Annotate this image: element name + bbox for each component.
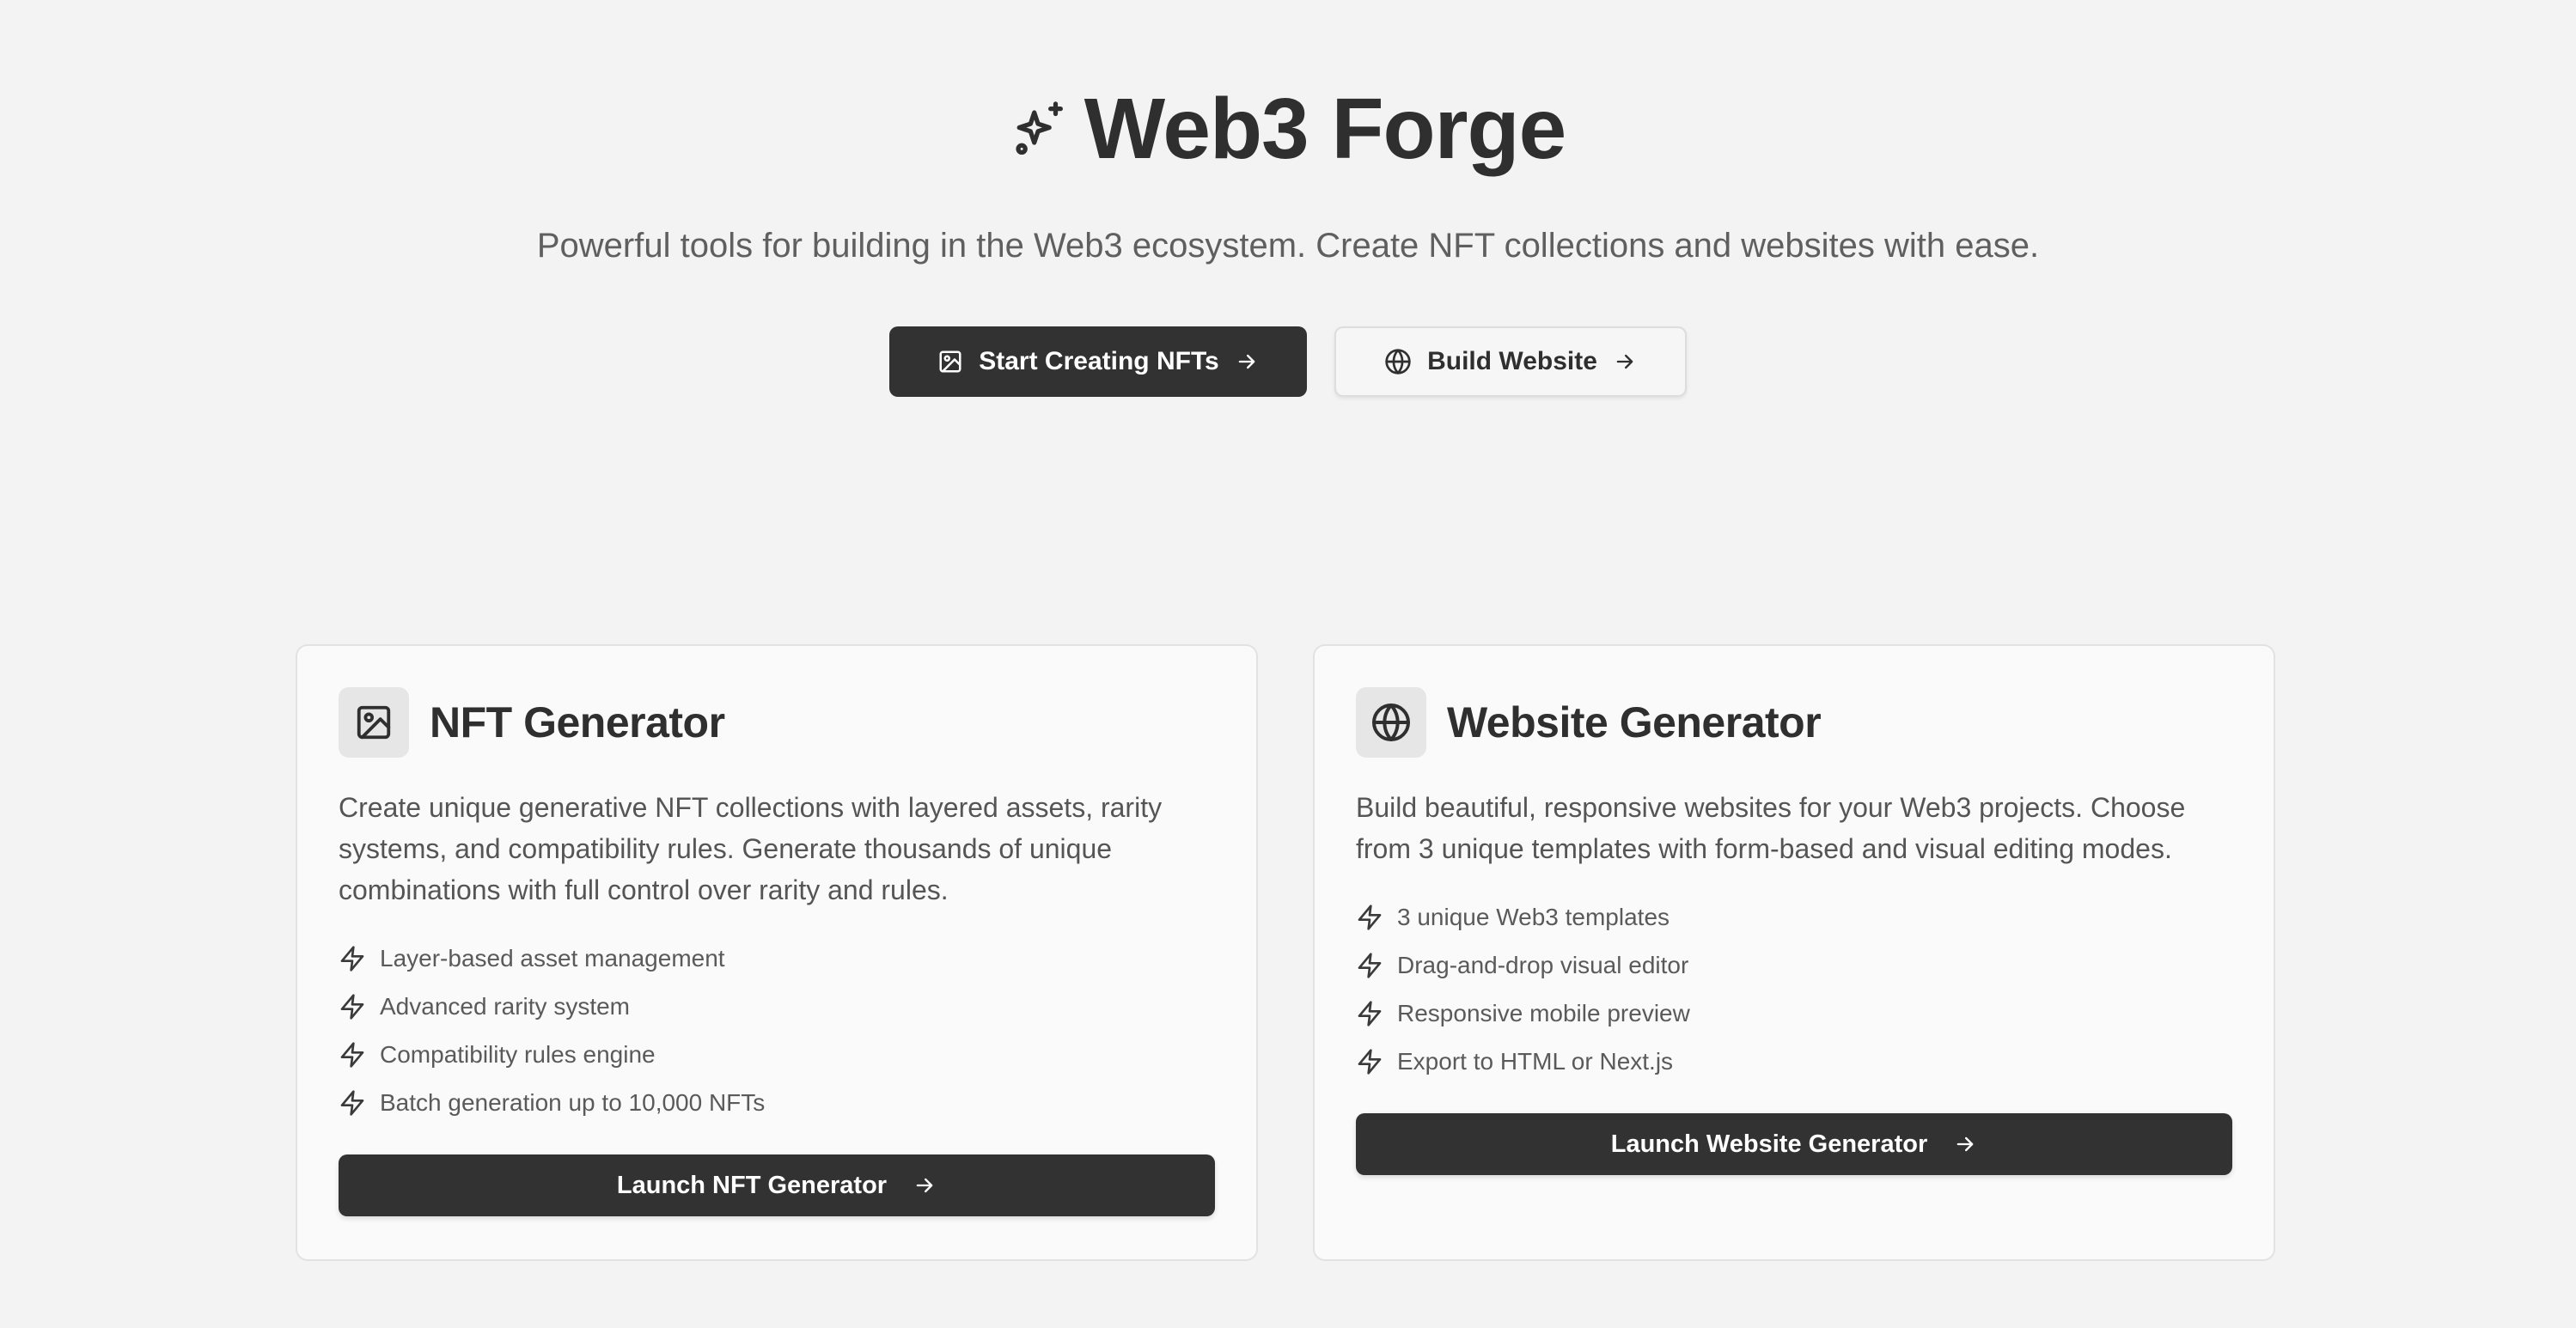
list-item: Batch generation up to 10,000 NFTs <box>339 1079 1215 1127</box>
card-description: Create unique generative NFT collections… <box>339 792 1163 905</box>
website-generator-card: Website Generator Build beautiful, respo… <box>1313 644 2275 1261</box>
feature-label: Drag-and-drop visual editor <box>1397 952 1689 978</box>
launch-nft-generator-label: Launch NFT Generator <box>616 1171 888 1199</box>
feature-label: 3 unique Web3 templates <box>1397 904 1670 930</box>
image-icon <box>339 687 409 758</box>
zap-icon <box>1358 905 1382 930</box>
arrow-right-icon <box>1616 354 1633 369</box>
launch-nft-generator-button[interactable]: Launch NFT Generator <box>339 1154 1215 1216</box>
list-item: Advanced rarity system <box>339 983 1215 1031</box>
image-icon <box>939 350 961 373</box>
card-header: NFT Generator <box>339 687 1215 758</box>
feature-label: Export to HTML or Next.js <box>1397 1048 1674 1075</box>
card-title: Website Generator <box>1447 698 1822 746</box>
nft-generator-card: NFT Generator Create unique generative N… <box>296 644 1258 1261</box>
zap-icon <box>340 1090 364 1116</box>
start-creating-nfts-label: Start Creating NFTs <box>979 347 1219 375</box>
list-item: Export to HTML or Next.js <box>1356 1038 2232 1086</box>
cta-row: Start Creating NFTs Build Website <box>0 326 2576 397</box>
zap-icon <box>1358 953 1382 978</box>
zap-icon <box>1358 1001 1382 1026</box>
list-item: Layer-based asset management <box>339 935 1215 983</box>
title-row: Web3 Forge <box>0 86 2576 172</box>
page-subtitle: Powerful tools for building in the Web3 … <box>536 227 2040 265</box>
feature-label: Advanced rarity system <box>380 993 630 1020</box>
arrow-right-icon <box>1956 1136 1974 1152</box>
sparkles-icon <box>1010 99 1071 159</box>
card-header: Website Generator <box>1356 687 2232 758</box>
list-item: Drag-and-drop visual editor <box>1356 941 2232 990</box>
zap-icon <box>340 994 364 1020</box>
zap-icon <box>1358 1049 1382 1075</box>
zap-icon <box>340 1042 364 1068</box>
list-item: Compatibility rules engine <box>339 1031 1215 1079</box>
globe-icon <box>1385 349 1411 375</box>
build-website-button[interactable]: Build Website <box>1334 326 1687 397</box>
page-title: Web3 Forge <box>1084 81 1566 177</box>
launch-website-generator-button[interactable]: Launch Website Generator <box>1356 1113 2232 1175</box>
list-item: Responsive mobile preview <box>1356 990 2232 1038</box>
arrow-right-icon <box>1238 354 1255 369</box>
start-creating-nfts-button[interactable]: Start Creating NFTs <box>889 326 1307 397</box>
globe-icon <box>1356 687 1426 758</box>
card-description: Build beautiful, responsive websites for… <box>1356 792 2186 864</box>
zap-icon <box>340 946 364 972</box>
feature-label: Batch generation up to 10,000 NFTs <box>380 1089 766 1116</box>
feature-label: Compatibility rules engine <box>380 1041 656 1068</box>
build-website-label: Build Website <box>1427 347 1597 375</box>
arrow-right-icon <box>916 1178 933 1193</box>
list-item: 3 unique Web3 templates <box>1356 893 2232 941</box>
launch-website-generator-label: Launch Website Generator <box>1610 1130 1928 1158</box>
feature-list: Layer-based asset management Advanced ra… <box>339 935 1215 1127</box>
card-title: NFT Generator <box>430 698 725 746</box>
feature-list: 3 unique Web3 templates Drag-and-drop vi… <box>1356 893 2232 1086</box>
feature-label: Layer-based asset management <box>380 945 725 972</box>
feature-label: Responsive mobile preview <box>1397 1000 1690 1026</box>
